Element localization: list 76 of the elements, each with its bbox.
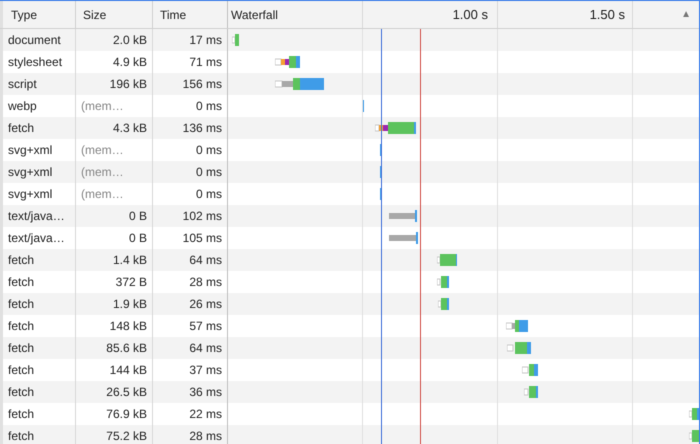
table-cell-text: (mem… [81,98,124,115]
table-cell-text: 2.0 kB [112,32,147,49]
table-cell-text: fetch [8,362,34,379]
table-cell-text: svg+xml [8,186,52,203]
table-cell-text: 102 ms [182,208,222,225]
table-cell-text: script [8,76,37,93]
table-cell-text: 22 ms [189,406,222,423]
table-cell-text: 57 ms [189,318,222,335]
table-cell-text: 64 ms [189,340,222,357]
table-cell-text: 0 ms [196,164,222,181]
timing-bar [437,254,457,266]
table-cell-text: 71 ms [189,54,222,71]
table-cell-text: 144 kB [110,362,147,379]
table-cell-text: fetch [8,252,34,269]
table-cell-text: fetch [8,296,34,313]
table-cell-text: 372 B [116,274,147,291]
table-cell-text: 1.4 kB [112,252,147,269]
table-cell-text: fetch [8,274,34,291]
table-cell-text: text/java… [8,230,65,247]
table-cell-text: fetch [8,318,34,335]
timing-bar [507,342,531,354]
table-cell-text: document [8,32,61,49]
table-cell-text: 105 ms [182,230,222,247]
table-cell-text: 37 ms [189,362,222,379]
table-cell-text: svg+xml [8,142,52,159]
timing-bar [506,320,528,332]
table-cell-text: 0 ms [196,98,222,115]
table-cell-text: 28 ms [189,428,222,444]
table-cell-text: fetch [8,340,34,357]
table-cell-text: 75.2 kB [106,428,147,444]
table-cell-text: fetch [8,384,34,401]
table-cell-text: 76.9 kB [106,406,147,423]
table-cell-text: 4.3 kB [112,120,147,137]
table-cell-text: 0 B [128,230,147,247]
timing-bar [522,364,538,376]
timing-bar [437,276,449,288]
column-header[interactable]: Size [76,1,153,28]
table-cell-text: 26.5 kB [106,384,147,401]
timing-bar [524,386,538,398]
timing-bar [389,232,418,244]
table-cell-text: 156 ms [182,76,222,93]
table-cell-text: fetch [8,406,34,423]
timing-bar [275,56,300,68]
table-cell-text: 0 ms [196,186,222,203]
timing-bar [375,122,416,134]
column-header[interactable]: Waterfall [231,6,278,24]
timeline-tick-label: 1.50 s [590,6,625,24]
timing-bar [232,34,239,46]
timeline-tick-label: 1.00 s [452,6,488,24]
table-cell-text: fetch [8,428,34,444]
table-cell-text: 0 ms [196,142,222,159]
table-cell-text: 136 ms [182,120,222,137]
table-cell-text: 36 ms [189,384,222,401]
table-cell-text: 28 ms [189,274,222,291]
sort-indicator[interactable]: ▲ [681,7,691,22]
table-cell-text: 17 ms [189,32,222,49]
table-cell-text: 64 ms [189,252,222,269]
table-cell-text: 0 B [128,208,147,225]
column-header[interactable]: Time [153,1,228,28]
table-cell-text: fetch [8,120,34,137]
table-cell-text: svg+xml [8,164,52,181]
timing-bar [438,298,449,310]
timing-bar [275,78,324,90]
table-cell-text: (mem… [81,142,124,159]
table-cell-text: 196 kB [110,76,147,93]
table-cell-text: 1.9 kB [112,296,147,313]
timing-bar [389,210,417,222]
table-cell-text: webp [8,98,37,115]
table-cell-text: 148 kB [110,318,147,335]
table-cell-text: 85.6 kB [106,340,147,357]
table-cell-text: stylesheet [8,54,62,71]
table-cell-text: (mem… [81,164,124,181]
table-cell-text: 26 ms [189,296,222,313]
table-cell-text: 4.9 kB [112,54,147,71]
table-cell-text: (mem… [81,186,124,203]
table-cell-text: text/java… [8,208,65,225]
